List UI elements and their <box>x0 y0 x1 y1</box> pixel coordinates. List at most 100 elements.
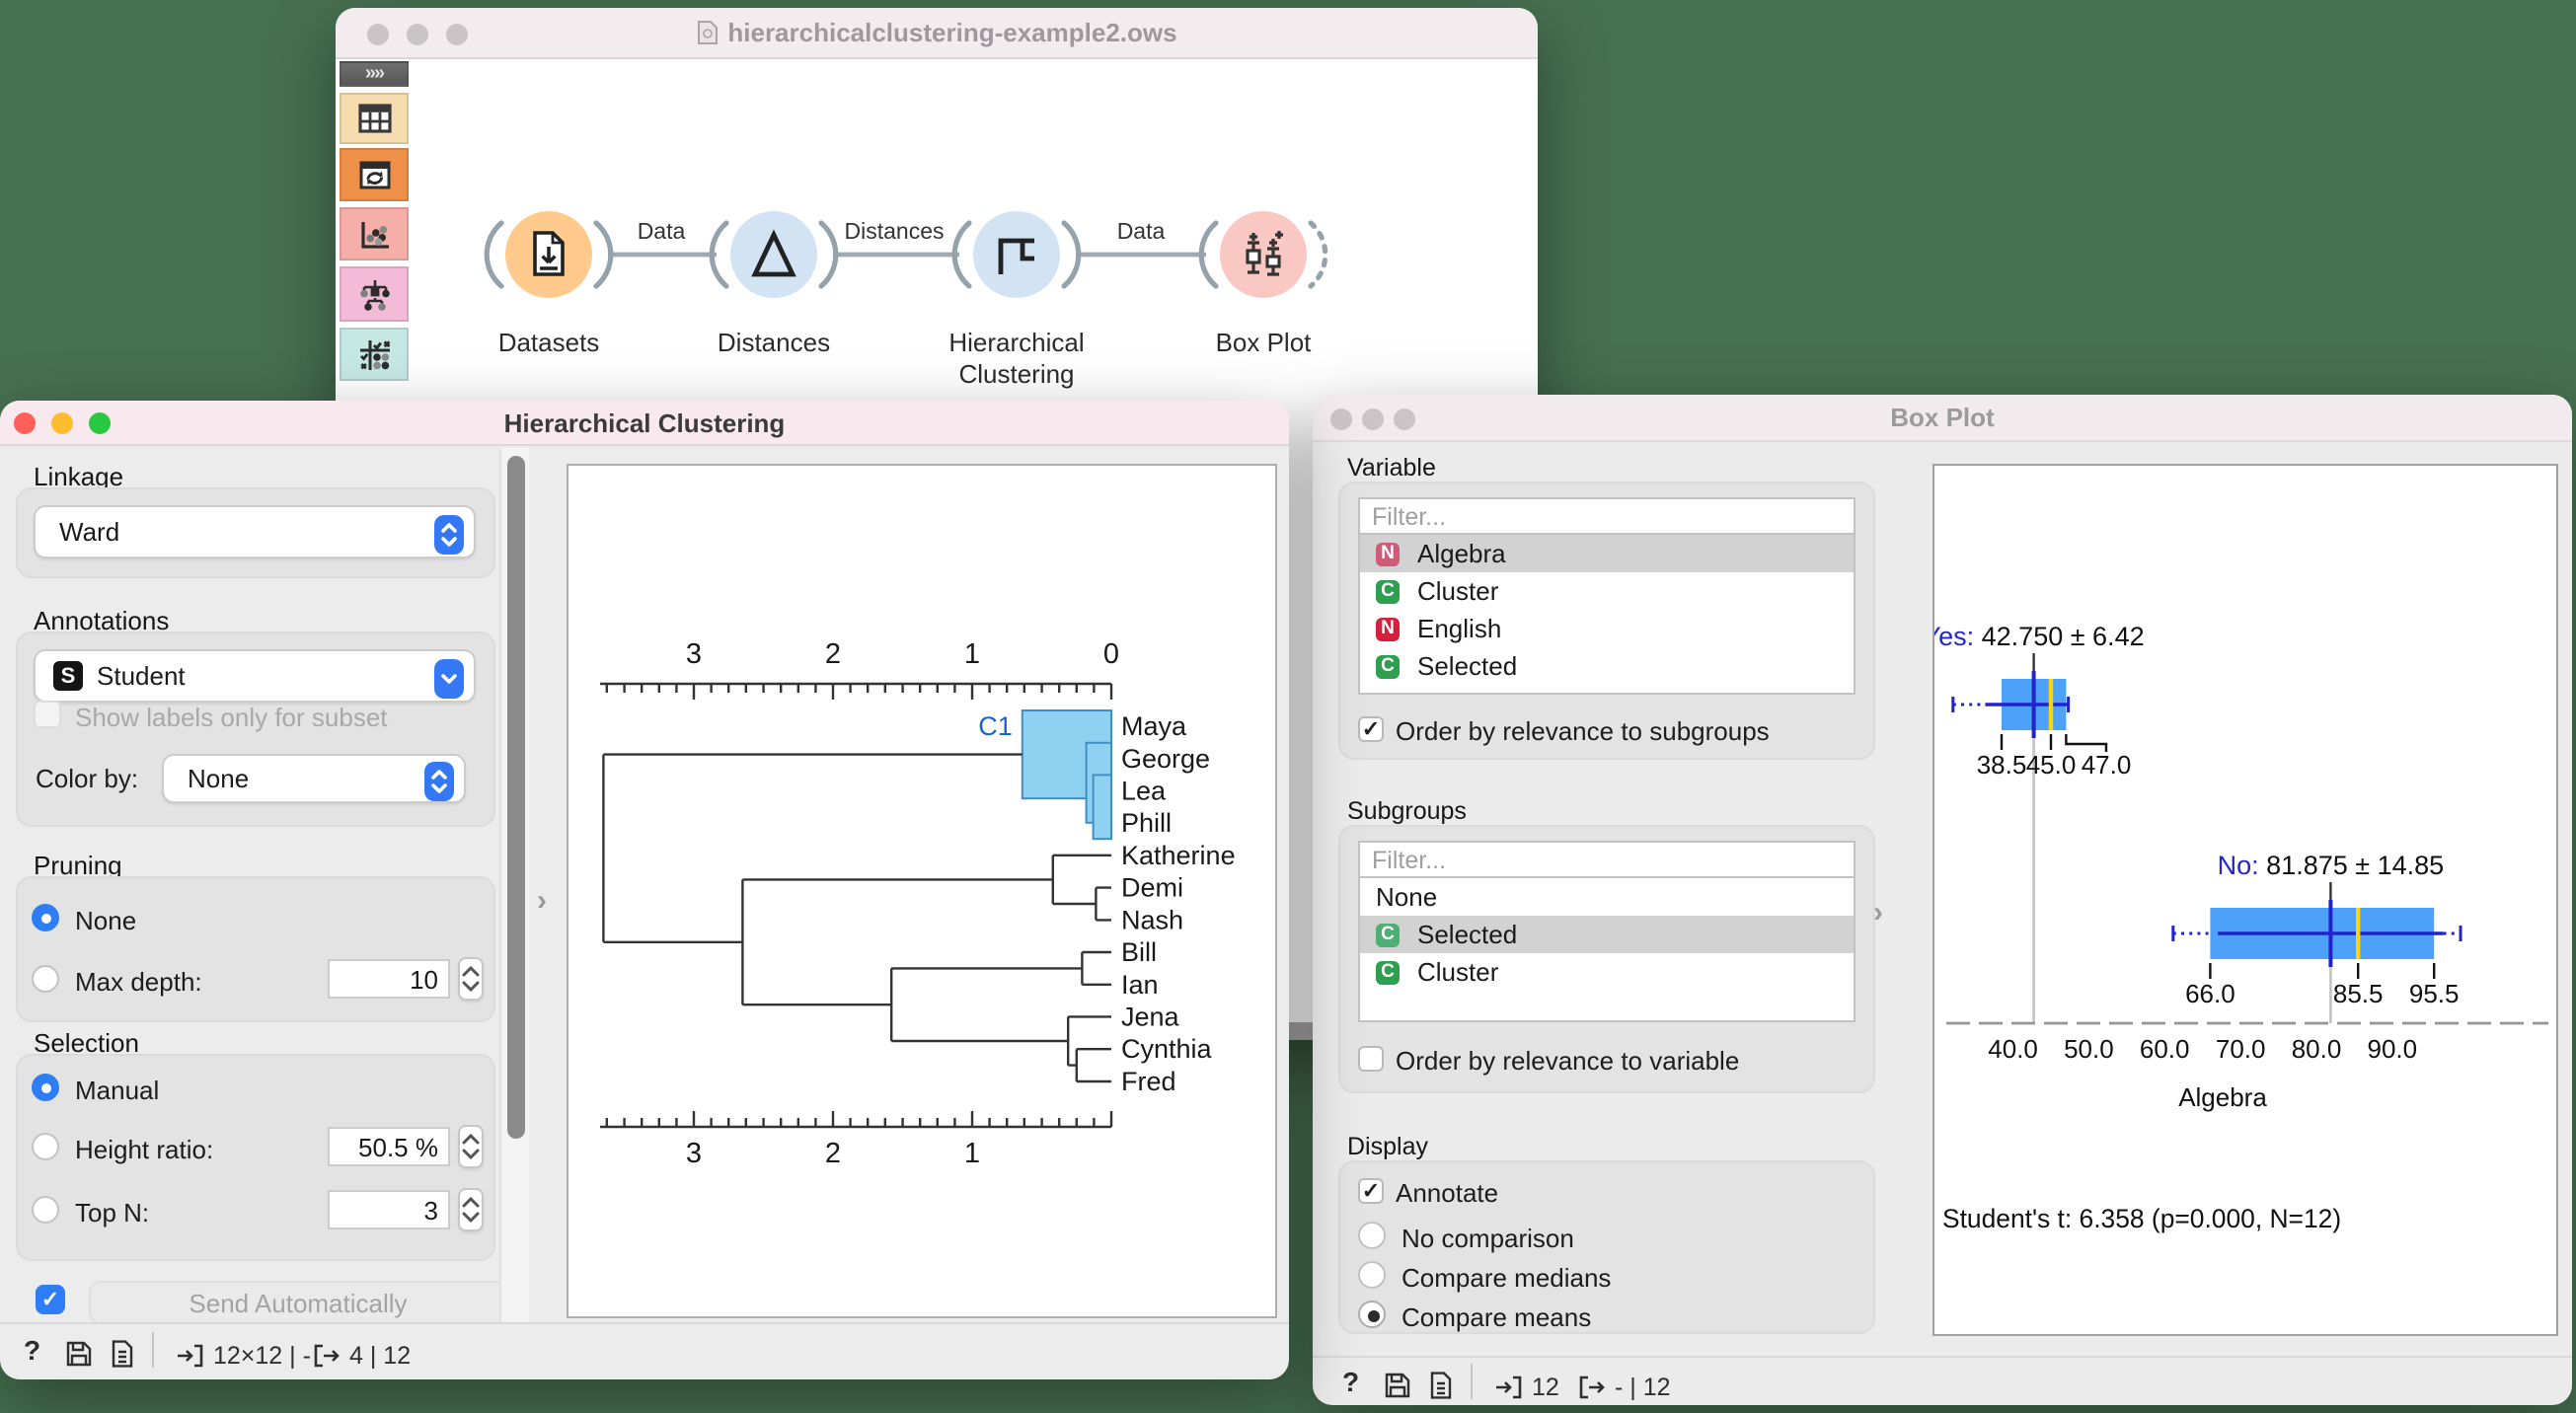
svg-text:45.0: 45.0 <box>2026 750 2077 780</box>
combo-dropdown[interactable] <box>434 658 464 698</box>
svg-text:50.0: 50.0 <box>2064 1034 2114 1064</box>
splitter-chevron-icon[interactable]: › <box>1873 896 1883 930</box>
subgroup-item-none[interactable]: None <box>1360 878 1854 916</box>
input-icon[interactable] <box>176 1342 205 1370</box>
input-icon[interactable] <box>1494 1374 1524 1401</box>
workflow-node-hierarchical-clustering[interactable] <box>973 211 1060 298</box>
linkage-combobox[interactable]: Ward <box>34 505 476 558</box>
svg-text:47.0: 47.0 <box>2082 750 2132 780</box>
save-icon[interactable] <box>65 1340 93 1368</box>
save-icon[interactable] <box>1384 1372 1411 1399</box>
subgroup-name: None <box>1376 882 1437 912</box>
variable-filter-input[interactable] <box>1358 497 1856 535</box>
variable-item-selected[interactable]: C Selected <box>1360 647 1854 685</box>
updown-chevrons-icon <box>438 520 460 548</box>
svg-text:Phill: Phill <box>1121 808 1172 838</box>
minimize-button[interactable] <box>51 412 73 434</box>
close-button[interactable] <box>14 412 36 434</box>
bp-input-summary: 12 <box>1532 1374 1559 1401</box>
pruning-none-radio[interactable] <box>32 904 59 931</box>
bp-window-title: Box Plot <box>1890 403 1994 432</box>
combo-stepper[interactable] <box>434 514 464 554</box>
variable-list[interactable]: N Algebra C Cluster N English C Selected <box>1358 535 1856 695</box>
link-label-data-1: Data <box>582 221 740 245</box>
svg-text:2: 2 <box>825 1138 841 1169</box>
categorical-variable-icon: C <box>1376 923 1400 946</box>
max-depth-stepper[interactable] <box>458 957 484 1001</box>
send-automatically-checkbox[interactable]: ✓ <box>36 1285 65 1314</box>
color-by-value: None <box>164 764 249 793</box>
bp-titlebar[interactable]: Box Plot <box>1313 395 2572 442</box>
chevron-up-icon <box>462 964 480 976</box>
variable-item-cluster[interactable]: C Cluster <box>1360 572 1854 610</box>
minimize-button[interactable] <box>1362 408 1384 429</box>
annotations-combobox[interactable]: S Student <box>34 649 476 703</box>
link-label-distances: Distances <box>815 221 973 245</box>
svg-text:60.0: 60.0 <box>2140 1034 2190 1064</box>
scrollbar-handle[interactable] <box>506 456 525 1139</box>
selection-top-n-radio[interactable] <box>32 1196 59 1224</box>
order-by-variable-checkbox[interactable] <box>1358 1046 1384 1072</box>
svg-text:George: George <box>1121 744 1210 774</box>
hc-status-separator <box>0 1322 1289 1324</box>
top-n-stepper[interactable] <box>458 1188 484 1231</box>
subgroup-item-cluster[interactable]: C Cluster <box>1360 953 1854 991</box>
output-icon[interactable] <box>1577 1374 1607 1401</box>
desktop: hierarchicalclustering-example2.ows »» <box>0 0 2576 1413</box>
report-icon[interactable] <box>109 1340 136 1368</box>
workflow-node-box-plot[interactable] <box>1220 211 1307 298</box>
no-comparison-radio[interactable] <box>1358 1222 1386 1249</box>
subgroup-name: Cluster <box>1417 957 1498 987</box>
chevron-down-icon <box>462 982 480 994</box>
output-icon[interactable] <box>312 1342 341 1370</box>
selection-height-ratio-radio[interactable] <box>32 1133 59 1160</box>
show-labels-checkbox[interactable] <box>34 701 61 728</box>
selection-manual-radio[interactable] <box>32 1074 59 1101</box>
close-button[interactable] <box>1330 408 1352 429</box>
help-icon[interactable]: ? <box>1342 1366 1359 1397</box>
hierarchical-clustering-window: Hierarchical Clustering Linkage Ward Ann… <box>0 401 1289 1379</box>
node-label-distances: Distances <box>655 328 892 360</box>
svg-text:38.5: 38.5 <box>1977 750 2027 780</box>
workflow-node-datasets[interactable] <box>505 211 592 298</box>
help-icon[interactable]: ? <box>24 1334 40 1366</box>
datasets-icon <box>523 229 574 280</box>
splitter-chevron-icon[interactable]: › <box>537 884 547 918</box>
numeric-variable-icon: N <box>1376 617 1400 640</box>
categorical-variable-icon: C <box>1376 654 1400 678</box>
zoom-button[interactable] <box>1394 408 1415 429</box>
selection-top-n-label: Top N: <box>75 1198 149 1227</box>
zoom-button[interactable] <box>89 412 111 434</box>
controls-scrollbar-track[interactable] <box>499 448 529 1322</box>
max-depth-spinbox[interactable]: 10 <box>328 959 450 999</box>
order-by-variable-label: Order by relevance to variable <box>1396 1046 1739 1076</box>
combo-stepper[interactable] <box>424 761 454 800</box>
distances-icon <box>748 229 799 280</box>
send-automatically-button[interactable]: Send Automatically <box>89 1281 507 1324</box>
report-icon[interactable] <box>1427 1372 1455 1399</box>
order-by-subgroups-checkbox[interactable]: ✓ <box>1358 716 1384 742</box>
compare-means-radio[interactable] <box>1358 1301 1386 1328</box>
svg-text:3: 3 <box>686 638 702 670</box>
dendrogram-plot-area[interactable]: C1MayaGeorgeLeaPhillKatherineDemiNashBil… <box>567 464 1277 1318</box>
variable-item-algebra[interactable]: N Algebra <box>1360 535 1854 572</box>
pruning-max-depth-radio[interactable] <box>32 965 59 993</box>
boxplot-chart-area[interactable]: Yes: 42.750 ± 6.4238.545.047.0No: 81.875… <box>1932 464 2558 1336</box>
variable-item-english[interactable]: N English <box>1360 610 1854 647</box>
variable-name: Algebra <box>1417 539 1506 568</box>
hc-titlebar[interactable]: Hierarchical Clustering <box>0 401 1289 446</box>
hc-output-summary: 4 | 12 <box>349 1342 411 1370</box>
color-by-combobox[interactable]: None <box>162 754 466 803</box>
top-n-spinbox[interactable]: 3 <box>328 1190 450 1229</box>
height-ratio-spinbox[interactable]: 50.5 % <box>328 1127 450 1166</box>
subgroups-filter-input[interactable] <box>1358 841 1856 878</box>
svg-text:Fred: Fred <box>1121 1067 1176 1096</box>
subgroups-list[interactable]: None C Selected C Cluster <box>1358 878 1856 1022</box>
subgroup-item-selected[interactable]: C Selected <box>1360 916 1854 953</box>
chevron-down-icon <box>462 1213 480 1225</box>
annotate-checkbox[interactable]: ✓ <box>1358 1178 1384 1204</box>
compare-medians-radio[interactable] <box>1358 1261 1386 1289</box>
workflow-node-distances[interactable] <box>730 211 817 298</box>
svg-text:90.0: 90.0 <box>2367 1034 2417 1064</box>
height-ratio-stepper[interactable] <box>458 1125 484 1168</box>
